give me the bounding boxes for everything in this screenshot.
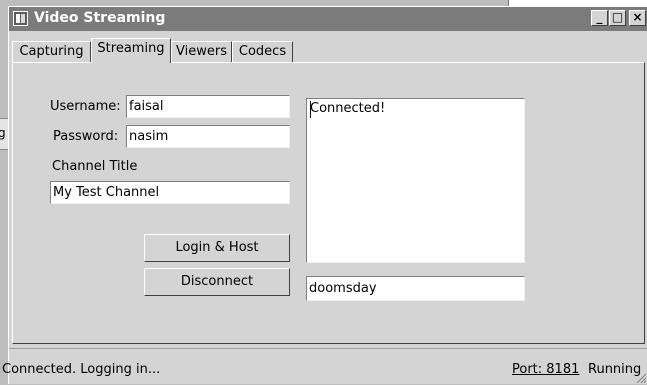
streaming-panel: Username: faisal Password: nasim Channel… xyxy=(12,62,645,344)
tab-viewers[interactable]: Viewers xyxy=(171,41,232,62)
tab-bar: Capturing Streaming Viewers Codecs xyxy=(9,38,647,63)
password-field[interactable]: nasim xyxy=(126,125,290,148)
disconnect-button[interactable]: Disconnect xyxy=(144,268,290,296)
port-link[interactable]: Port: 8181 xyxy=(512,362,579,377)
app-icon[interactable] xyxy=(13,11,28,26)
channel-title-field[interactable]: My Test Channel xyxy=(50,181,290,204)
window-title: Video Streaming xyxy=(34,10,166,26)
status-text: Connected. Logging in... xyxy=(2,362,161,377)
running-status: Running xyxy=(588,362,642,377)
tab-capturing[interactable]: Capturing xyxy=(12,41,91,62)
log-output[interactable]: Connected! xyxy=(306,98,525,263)
tab-streaming[interactable]: Streaming xyxy=(91,38,171,63)
video-streaming-window: Video Streaming _ □ × Capturing Streamin… xyxy=(2,6,647,385)
minimize-button[interactable]: _ xyxy=(591,10,608,26)
channel-title-label: Channel Title xyxy=(52,159,138,174)
resize-grip-icon[interactable] xyxy=(636,373,646,383)
text-caret xyxy=(310,101,311,118)
tab-codecs[interactable]: Codecs xyxy=(232,41,293,62)
title-bar[interactable]: Video Streaming _ □ × xyxy=(9,7,647,31)
message-input[interactable]: doomsday xyxy=(306,276,525,301)
password-label: Password: xyxy=(53,129,119,144)
log-text: Connected! xyxy=(310,101,386,116)
status-bar: Connected. Logging in... Port: 8181 Runn… xyxy=(2,348,647,385)
username-field[interactable]: faisal xyxy=(126,95,290,118)
login-host-button[interactable]: Login & Host xyxy=(144,234,290,262)
username-label: Username: xyxy=(50,99,121,114)
maximize-button[interactable]: □ xyxy=(609,10,626,26)
close-button[interactable]: × xyxy=(629,10,646,26)
